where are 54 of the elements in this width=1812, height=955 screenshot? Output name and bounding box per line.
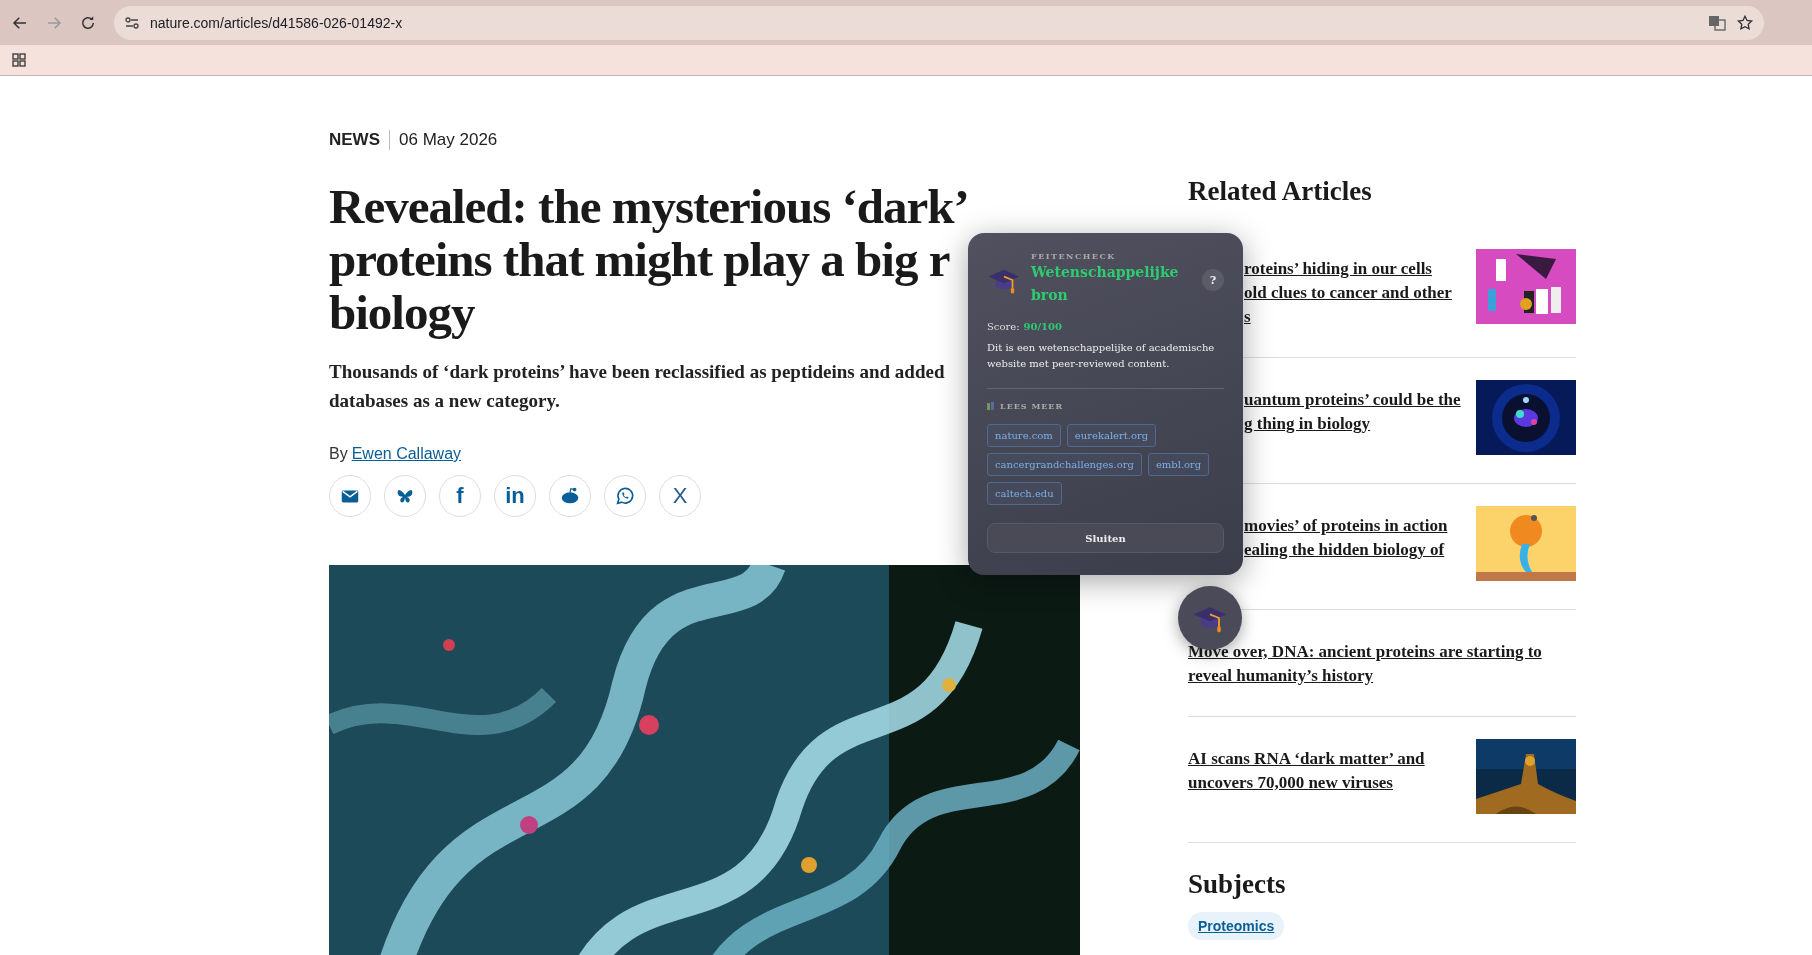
share-button[interactable]: f [439, 475, 481, 517]
source-link[interactable]: embl.org [1147, 453, 1210, 476]
article-link[interactable]: Move over, DNA: ancient proteins are starting to [1188, 640, 1542, 664]
article-link[interactable]: g thing in biology [1244, 412, 1461, 436]
facebook-icon: f [456, 485, 464, 507]
article-link[interactable]: uantum proteins’ could be the [1244, 388, 1461, 412]
article-link[interactable]: AI scans RNA ‘dark matter’ and [1188, 747, 1425, 771]
read-more-label: LEES MEER [1000, 401, 1064, 411]
share-button[interactable]: X [659, 475, 701, 517]
article-date: 06 May 2026 [399, 130, 498, 150]
score-value: 90/100 [1023, 321, 1062, 332]
close-button[interactable]: Sluiten [987, 523, 1224, 553]
article-link[interactable]: movies’ of proteins in action [1244, 514, 1448, 538]
subject-tag[interactable]: Proteomics [1188, 912, 1285, 940]
whatsapp-icon [614, 485, 636, 507]
article-type: NEWS [329, 130, 390, 150]
article-link[interactable]: roteins’ hiding in our cells [1244, 257, 1452, 281]
star-icon[interactable] [1736, 13, 1754, 32]
source-link[interactable]: cancergrandchallenges.org [987, 453, 1142, 476]
source-link[interactable]: caltech.edu [987, 482, 1062, 505]
url-text: nature.com/articles/d41586-026-01492-x [150, 14, 403, 31]
translate-icon[interactable] [1708, 13, 1726, 32]
article-link[interactable]: s [1244, 305, 1452, 329]
books-icon [987, 402, 995, 410]
source-link[interactable]: nature.com [987, 424, 1061, 447]
headline: Revealed: the mysterious ‘dark’ [329, 180, 969, 233]
popup-eyebrow: FEITENCHECK [1031, 251, 1117, 261]
share-button[interactable] [384, 475, 426, 517]
article-link[interactable]: ealing the hidden biology of [1244, 538, 1448, 562]
source-link[interactable]: eurekalert.org [1066, 424, 1157, 447]
section-heading: Subjects [1188, 869, 1287, 900]
score-label: Score: [987, 321, 1020, 332]
article-link[interactable]: reveal humanity’s history [1188, 664, 1542, 688]
article-link[interactable]: old clues to cancer and other [1244, 281, 1452, 305]
standfirst: databases as a new category. [329, 389, 560, 413]
x-icon: X [672, 485, 688, 507]
apps-grid-icon[interactable] [12, 53, 26, 67]
standfirst: Thousands of ‘dark proteins’ have been reclassified as peptideins and added [329, 360, 945, 384]
site-settings-icon [124, 14, 140, 31]
share-button[interactable] [329, 475, 371, 517]
share-button[interactable] [549, 475, 591, 517]
share-button[interactable] [604, 475, 646, 517]
verdict-description: Dit is een wetenschappelijke of academische website met peer-reviewed content. [987, 341, 1216, 371]
verdict-title: Wetenschappelijke bron [1031, 263, 1180, 305]
headline: biology [329, 286, 475, 339]
section-heading: Related Articles [1188, 176, 1373, 207]
author-link[interactable]: Ewen Callaway [351, 445, 462, 463]
share-button[interactable]: in [494, 475, 536, 517]
article-link[interactable]: uncovers 70,000 new viruses [1188, 771, 1425, 795]
headline: proteins that might play a big r [329, 233, 950, 286]
byline-label: By [329, 445, 348, 463]
help-button[interactable]: ? [1202, 269, 1224, 291]
address-bar[interactable]: nature.com/articles/d41586-026-01492-x [114, 5, 1764, 40]
linkedin-icon: in [505, 485, 525, 507]
